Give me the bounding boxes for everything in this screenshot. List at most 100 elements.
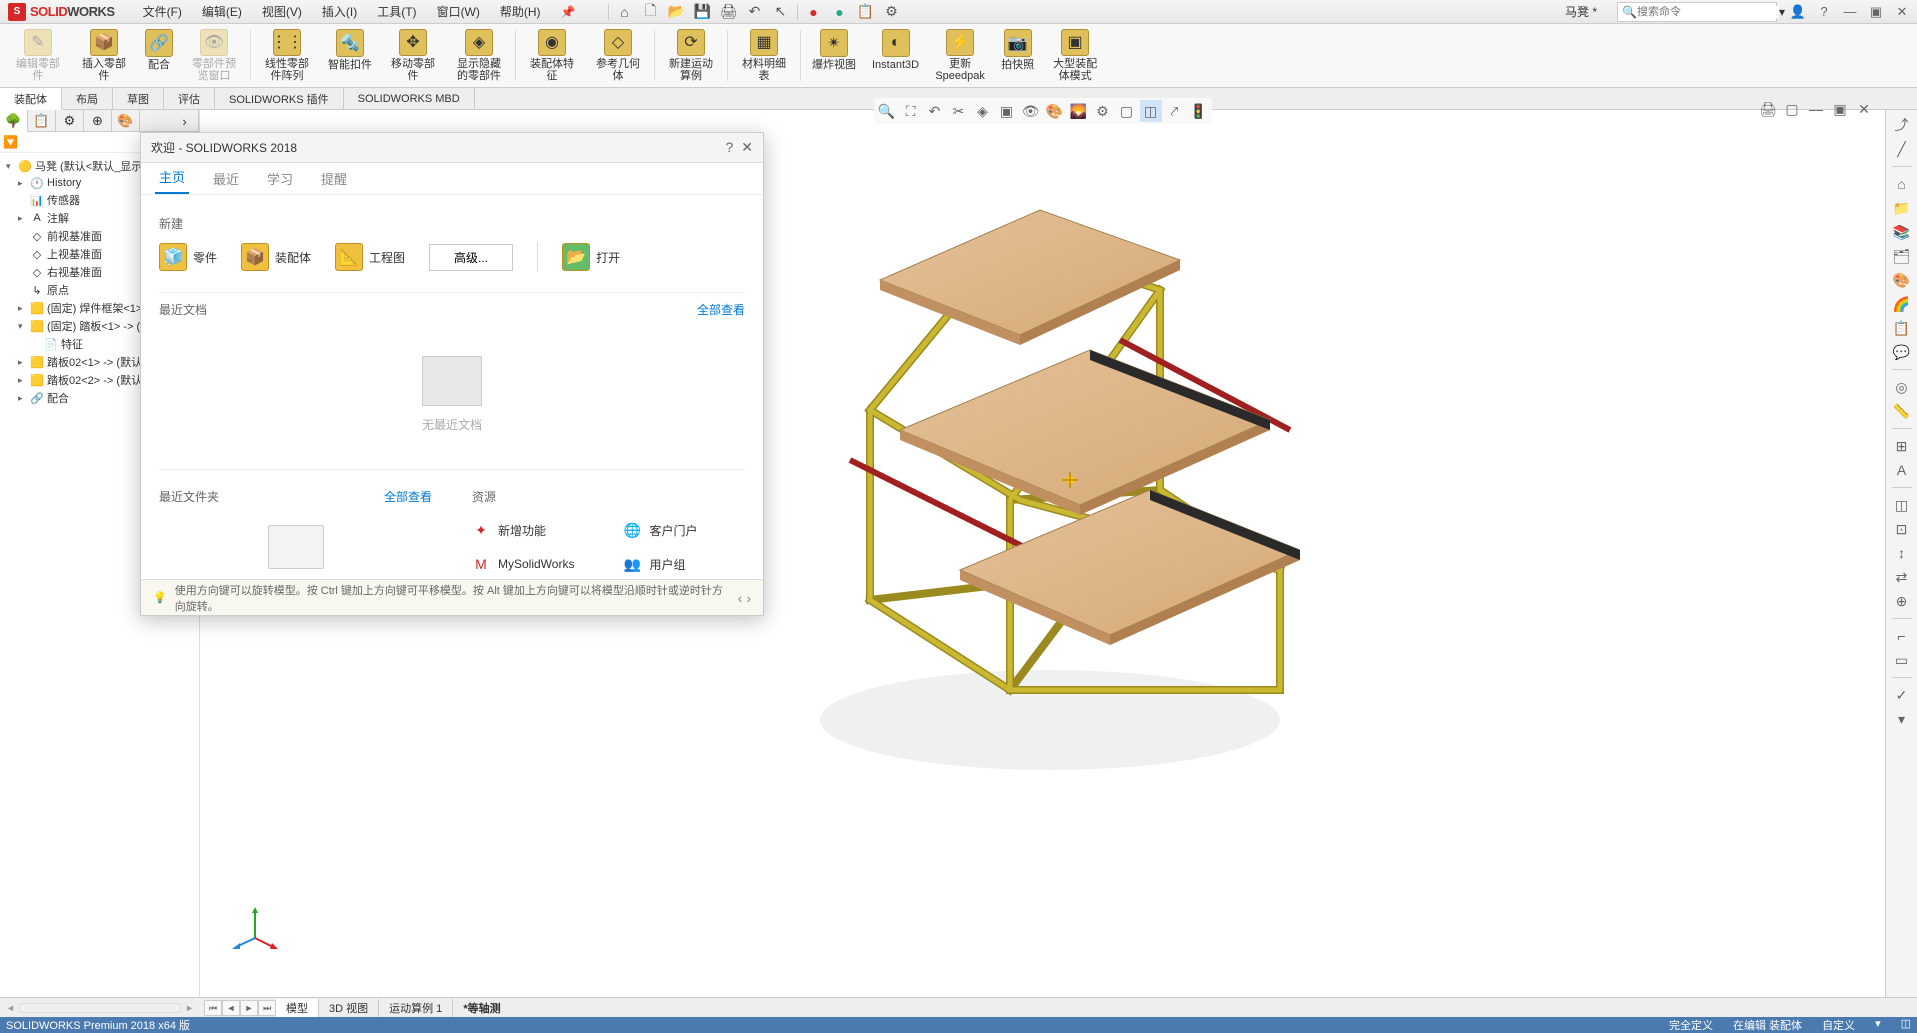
expand-icon[interactable]: ▸ (18, 178, 30, 189)
user-icon[interactable]: 👤 (1787, 2, 1809, 22)
tab-layout[interactable]: 布局 (62, 88, 113, 110)
hide-show-icon[interactable]: 👁 (1020, 100, 1042, 122)
rt-measure-icon[interactable]: 📏 (1889, 400, 1915, 422)
tip-next-icon[interactable]: › (746, 590, 751, 606)
rt-target-icon[interactable]: ◎ (1889, 376, 1915, 398)
rt-arrow-up-icon[interactable]: ⤴ (1889, 114, 1915, 136)
menu-pin-icon[interactable]: 📌 (551, 0, 586, 24)
minimize-icon[interactable]: — (1839, 2, 1861, 22)
bottom-tab-motion[interactable]: 运动算例 1 (379, 999, 453, 1017)
advanced-button[interactable]: 高级... (429, 244, 513, 271)
rt-home-icon[interactable]: ⌂ (1889, 173, 1915, 195)
expand-icon[interactable]: ▸ (18, 357, 30, 368)
new-icon[interactable]: 🗋 (639, 2, 663, 22)
fm-tab-tree-icon[interactable]: 🌳 (0, 110, 28, 132)
rt-extra1-icon[interactable]: ◫ (1889, 494, 1915, 516)
resource-whatsnew[interactable]: ✦新增功能 (472, 513, 594, 547)
doc-print-icon[interactable]: 🖨 (1757, 98, 1779, 120)
rt-rect-icon[interactable]: ▭ (1889, 649, 1915, 671)
search-command-box[interactable]: 🔍 ▾ (1617, 2, 1777, 22)
orientation-triad[interactable] (230, 903, 280, 953)
doc-maximize-icon[interactable]: ▣ (1829, 98, 1851, 120)
display-style-icon[interactable]: ▣ (996, 100, 1018, 122)
bottom-tab-model[interactable]: 模型 (276, 999, 319, 1017)
status-cell-icon[interactable]: ◫ (1901, 1017, 1911, 1033)
zoom-fit-icon[interactable]: 🔍 (876, 100, 898, 122)
rt-dimension-icon[interactable]: A (1889, 459, 1915, 481)
rt-custom-props-icon[interactable]: 📋 (1889, 317, 1915, 339)
resource-mysolidworks[interactable]: MMySolidWorks (472, 547, 594, 579)
select-icon[interactable]: ↖ (769, 2, 793, 22)
status-dropdown-icon[interactable]: ▾ (1875, 1017, 1881, 1033)
home-icon[interactable]: ⌂ (613, 2, 637, 22)
tip-prev-icon[interactable]: ‹ (738, 590, 743, 606)
dialog-tab-recent[interactable]: 最近 (209, 169, 243, 194)
ribbon-new-motion-study[interactable]: ⟳新建运动算例 (659, 26, 723, 85)
dialog-help-icon[interactable]: ? (725, 139, 733, 156)
fm-tab-expand-icon[interactable]: › (171, 110, 199, 132)
search-dropdown-icon[interactable]: ▾ (1779, 5, 1785, 19)
rt-forum-icon[interactable]: 💬 (1889, 341, 1915, 363)
search-input[interactable] (1637, 6, 1779, 18)
traffic-light-icon[interactable]: 🚦 (1188, 100, 1210, 122)
new-assembly-button[interactable]: 📦装配体 (241, 243, 311, 271)
menu-insert[interactable]: 插入(I) (312, 0, 367, 24)
section-view-icon[interactable]: ✂ (948, 100, 970, 122)
rt-extra3-icon[interactable]: ↕ (1889, 542, 1915, 564)
doc-minimize-icon[interactable]: — (1805, 98, 1827, 120)
menu-tools[interactable]: 工具(T) (367, 0, 426, 24)
tab-sketch[interactable]: 草图 (113, 88, 164, 110)
ribbon-large-assembly[interactable]: ▣大型装配体模式 (1043, 26, 1107, 85)
view-all-folders-link[interactable]: 全部查看 (384, 488, 432, 505)
tab-evaluate[interactable]: 评估 (164, 88, 215, 110)
rt-dropdown-icon[interactable]: ▾ (1889, 708, 1915, 730)
rebuild-green-icon[interactable]: ● (828, 2, 852, 22)
ribbon-reference-geometry[interactable]: ◇参考几何体 (586, 26, 650, 85)
tab-prev-icon[interactable]: ◄ (222, 1000, 240, 1016)
ribbon-mate[interactable]: 🔗配合 (138, 26, 180, 85)
tab-assembly[interactable]: 装配体 (0, 88, 62, 110)
menu-help[interactable]: 帮助(H) (490, 0, 551, 24)
rt-extra2-icon[interactable]: ⊡ (1889, 518, 1915, 540)
fm-tab-display-icon[interactable]: 🎨 (112, 110, 140, 132)
tab-sw-addins[interactable]: SOLIDWORKS 插件 (215, 88, 344, 110)
filter-icon[interactable]: 🔽 (3, 135, 18, 149)
expand-icon[interactable]: ▸ (18, 213, 30, 224)
view-settings-icon[interactable]: ⚙ (1092, 100, 1114, 122)
undo-icon[interactable]: ↶ (743, 2, 767, 22)
restore-icon[interactable]: ▣ (1865, 2, 1887, 22)
box-icon[interactable]: ▢ (1116, 100, 1138, 122)
expand-icon[interactable]: ▸ (18, 393, 30, 404)
rt-check-icon[interactable]: ✓ (1889, 684, 1915, 706)
view-orientation-icon[interactable]: ◈ (972, 100, 994, 122)
rt-appearances-icon[interactable]: 🌈 (1889, 293, 1915, 315)
menu-window[interactable]: 窗口(W) (427, 0, 490, 24)
edit-appearance-icon[interactable]: 🎨 (1044, 100, 1066, 122)
zoom-area-icon[interactable]: ⛶ (900, 100, 922, 122)
dialog-tab-home[interactable]: 主页 (155, 167, 189, 194)
ribbon-instant3d[interactable]: ◐Instant3D (865, 26, 926, 85)
triad-icon[interactable]: ⤤ (1164, 100, 1186, 122)
dialog-tab-alerts[interactable]: 提醒 (317, 169, 351, 194)
rt-view-palette-icon[interactable]: 🎨 (1889, 269, 1915, 291)
tab-sw-mbd[interactable]: SOLIDWORKS MBD (344, 88, 475, 110)
ribbon-move-component[interactable]: ✥移动零部件 (381, 26, 445, 85)
apply-scene-icon[interactable]: 🌄 (1068, 100, 1090, 122)
ribbon-update-speedpak[interactable]: ⚡更新Speedpak (928, 26, 992, 85)
fm-tab-dimx-icon[interactable]: ⊕ (84, 110, 112, 132)
rt-file-explorer-icon[interactable]: 🗂 (1889, 245, 1915, 267)
rebuild-red-icon[interactable]: ● (802, 2, 826, 22)
gear-icon[interactable]: ⚙ (880, 2, 904, 22)
ribbon-show-hidden[interactable]: ◈显示隐藏的零部件 (447, 26, 511, 85)
rt-grid-icon[interactable]: ⊞ (1889, 435, 1915, 457)
ribbon-smart-fasteners[interactable]: 🔩智能扣件 (321, 26, 379, 85)
new-part-button[interactable]: 🧊零件 (159, 243, 217, 271)
bottom-tab-3d-view[interactable]: 3D 视图 (319, 999, 379, 1017)
tab-last-icon[interactable]: ⏭ (258, 1000, 276, 1016)
tab-first-icon[interactable]: ⏮ (204, 1000, 222, 1016)
collapse-icon[interactable]: ▾ (6, 161, 18, 172)
ribbon-bom[interactable]: ▦材料明细表 (732, 26, 796, 85)
ribbon-insert-component[interactable]: 📦插入零部件 (72, 26, 136, 85)
menu-view[interactable]: 视图(V) (252, 0, 312, 24)
help-icon[interactable]: ? (1813, 2, 1835, 22)
